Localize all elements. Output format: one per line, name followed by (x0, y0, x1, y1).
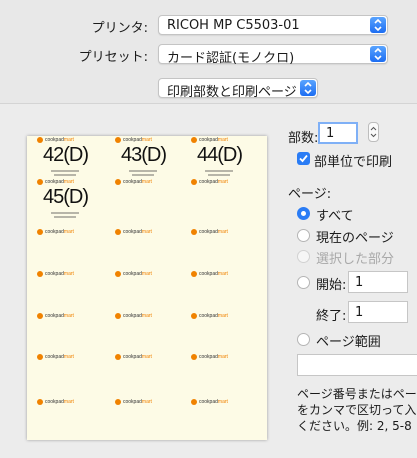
collate-checkbox[interactable] (297, 152, 310, 165)
label-cell: cookpad mart (185, 178, 257, 218)
label-cell: cookpad mart (31, 353, 103, 393)
label-cell: cookpad mart (109, 228, 181, 268)
cookpad-logo: cookpad mart (191, 398, 228, 406)
from-field[interactable]: 1 (348, 271, 408, 293)
cookpad-logo: cookpad mart (191, 228, 228, 236)
pages-all-label: すべて (316, 209, 354, 224)
label-number: 43(D) (121, 144, 167, 166)
from-label: 開始: (316, 278, 347, 293)
label-cell: cookpad mart (185, 312, 257, 352)
label-cell: cookpad mart (185, 398, 257, 438)
copies-stepper[interactable] (368, 122, 379, 142)
label-number: 44(D) (197, 144, 243, 166)
label-cell: cookpad mart (109, 178, 181, 218)
range-help-line-1: ページ番号またはペー (297, 387, 417, 401)
popup-arrows-icon (300, 80, 316, 96)
label-cell: cookpad mart (31, 228, 103, 268)
preset-value: カード認証(モノクロ) (167, 51, 295, 66)
cookpad-logo: cookpad mart (191, 178, 228, 186)
pages-current-radio[interactable] (297, 229, 310, 242)
label-cell: cookpad mart (109, 398, 181, 438)
cookpad-logo: cookpad mart (191, 270, 228, 278)
copies-field[interactable]: 1 (318, 122, 358, 144)
range-help-line-2: をカンマで区切って入 (297, 403, 417, 417)
to-label: 終了: (316, 309, 347, 324)
cookpad-logo: cookpad mart (115, 270, 152, 278)
pages-all-radio[interactable] (297, 207, 310, 220)
pages-current-label: 現在のページ (316, 231, 394, 246)
cookpad-logo: cookpad mart (37, 312, 74, 320)
label-cell: cookpad mart (31, 312, 103, 352)
printer-popup[interactable]: RICOH MP C5503-01 (158, 15, 388, 35)
printer-settings-header: プリンタ: RICOH MP C5503-01 プリセット: カード認証(モノク… (0, 0, 417, 103)
label-number: 42(D) (43, 144, 89, 166)
to-field[interactable]: 1 (348, 301, 408, 323)
copies-label: 部数: (288, 131, 319, 146)
print-preview-page: cookpad mart 42(D) cookpad mart 43(D) cook… (27, 136, 267, 440)
pages-label: ページ: (288, 187, 332, 202)
cookpad-logo: cookpad mart (37, 136, 74, 144)
section-popup[interactable]: 印刷部数と印刷ページ (158, 78, 318, 100)
pages-range-radio[interactable] (297, 333, 310, 346)
cookpad-logo: cookpad mart (191, 353, 228, 361)
pages-range-from-radio[interactable] (297, 276, 310, 289)
checkmark-icon (299, 154, 308, 163)
cookpad-logo: cookpad mart (115, 136, 152, 144)
range-label: ページ範囲 (316, 335, 381, 350)
page-range-field[interactable] (297, 354, 417, 376)
label-cell: cookpad mart (185, 270, 257, 310)
cookpad-logo: cookpad mart (115, 353, 152, 361)
cookpad-logo: cookpad mart (191, 136, 228, 144)
label-cell: cookpad mart (109, 312, 181, 352)
label-cell: cookpad mart (109, 270, 181, 310)
cookpad-logo: cookpad mart (115, 312, 152, 320)
printer-value: RICOH MP C5503-01 (167, 18, 300, 33)
printer-label: プリンタ: (91, 21, 148, 36)
label-cell: cookpad mart 44(D) (185, 136, 257, 176)
copies-value: 1 (326, 126, 335, 141)
to-value: 1 (355, 305, 364, 320)
cookpad-logo: cookpad mart (37, 398, 74, 406)
stepper-arrows-icon (370, 126, 377, 138)
label-cell: cookpad mart (185, 353, 257, 393)
label-cell: cookpad mart 42(D) (31, 136, 103, 176)
preset-popup[interactable]: カード認証(モノクロ) (158, 44, 388, 66)
cookpad-logo: cookpad mart (37, 228, 74, 236)
cookpad-logo: cookpad mart (37, 353, 74, 361)
cookpad-logo: cookpad mart (115, 398, 152, 406)
preset-label: プリセット: (78, 50, 148, 65)
range-help-line-3: ください。例: 2, 5-8 (297, 419, 412, 433)
pages-selection-label: 選択した部分 (316, 252, 395, 267)
label-cell: cookpad mart (31, 398, 103, 438)
popup-arrows-icon (370, 17, 386, 33)
label-number: 45(D) (43, 186, 89, 208)
section-value: 印刷部数と印刷ページ (167, 85, 297, 100)
cookpad-logo: cookpad mart (115, 178, 152, 186)
cookpad-logo: cookpad mart (115, 228, 152, 236)
cookpad-logo: cookpad mart (37, 178, 74, 186)
label-cell: cookpad mart (31, 270, 103, 310)
label-cell: cookpad mart 45(D) (31, 178, 103, 218)
from-value: 1 (355, 275, 364, 290)
label-cell: cookpad mart 43(D) (109, 136, 181, 176)
cookpad-logo: cookpad mart (191, 312, 228, 320)
popup-arrows-icon (370, 46, 386, 62)
pages-selection-radio[interactable] (297, 250, 310, 263)
collate-label: 部単位で印刷 (314, 155, 393, 170)
label-cell: cookpad mart (109, 353, 181, 393)
cookpad-logo: cookpad mart (37, 270, 74, 278)
label-cell: cookpad mart (185, 228, 257, 268)
